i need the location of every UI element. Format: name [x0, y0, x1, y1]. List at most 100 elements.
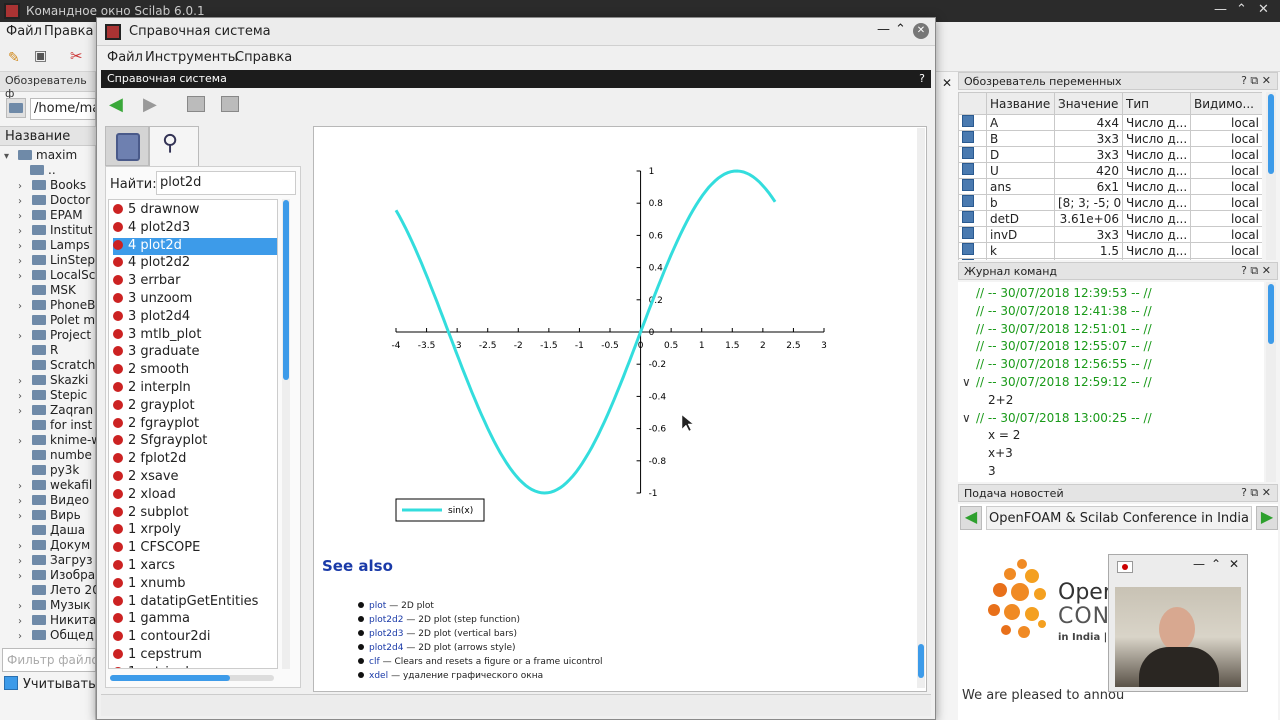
- expand-arrow-icon[interactable]: ›: [18, 571, 32, 582]
- tree-folder[interactable]: › Никита: [18, 613, 96, 628]
- history-session-line[interactable]: // -- 30/07/2018 12:41:38 -- //: [976, 304, 1152, 318]
- search-result-item[interactable]: 2 fgrayplot: [113, 416, 277, 433]
- file-filter-input[interactable]: Фильтр файлов: [2, 648, 96, 672]
- tree-folder[interactable]: › Вирь: [18, 508, 81, 523]
- tree-folder[interactable]: › Project: [18, 328, 91, 343]
- webcam-minimize-icon[interactable]: —: [1193, 557, 1205, 571]
- content-scrollbar-thumb[interactable]: [918, 644, 924, 678]
- search-result-item[interactable]: 1 CFSCOPE: [113, 540, 277, 557]
- see-also-link[interactable]: plot2d2: [369, 615, 403, 625]
- search-result-item[interactable]: 2 Sfgrayplot: [113, 433, 277, 450]
- open-file-icon[interactable]: ▣: [34, 48, 47, 64]
- news-controls[interactable]: ? ⧉ ✕: [1241, 486, 1271, 500]
- path-input[interactable]: /home/ma: [30, 98, 96, 120]
- menu-file[interactable]: Файл: [6, 24, 42, 39]
- expand-arrow-icon[interactable]: ›: [18, 631, 32, 642]
- tree-folder[interactable]: › Lamps: [18, 238, 90, 253]
- tree-folder[interactable]: › Видео: [18, 493, 89, 508]
- expand-arrow-icon[interactable]: ›: [18, 226, 32, 237]
- case-checkbox-row[interactable]: Учитывать: [4, 676, 98, 694]
- search-result-item[interactable]: 1 contour2di: [113, 629, 277, 646]
- expand-arrow-icon[interactable]: ›: [18, 436, 32, 447]
- history-session-line[interactable]: // -- 30/07/2018 12:56:55 -- //: [976, 357, 1152, 371]
- news-headline[interactable]: OpenFOAM & Scilab Conference in India: [986, 506, 1252, 530]
- variable-row[interactable]: A 4x4 Число д... local: [958, 114, 1262, 131]
- variable-column-header[interactable]: Тип: [1122, 92, 1191, 115]
- help-close-icon[interactable]: ✕: [913, 23, 929, 39]
- search-result-item[interactable]: 5 drawnow: [113, 202, 277, 219]
- search-result-item[interactable]: 3 graduate: [113, 344, 277, 361]
- expand-arrow-icon[interactable]: ›: [18, 256, 32, 267]
- search-result-item[interactable]: 2 grayplot: [113, 398, 277, 415]
- history-session-line[interactable]: // -- 30/07/2018 12:39:53 -- //: [976, 286, 1152, 300]
- tree-folder[interactable]: › Zaqran: [18, 403, 93, 418]
- tree-folder[interactable]: › knime-w: [18, 433, 101, 448]
- help-menu-help[interactable]: Справка: [235, 50, 292, 65]
- search-result-item[interactable]: 3 mtlb_plot: [113, 327, 277, 344]
- variable-column-header[interactable]: Видимо...: [1190, 92, 1262, 115]
- search-result-item[interactable]: 1 gamma: [113, 611, 277, 628]
- expand-arrow-icon[interactable]: ›: [18, 481, 32, 492]
- tree-folder[interactable]: Polet m: [18, 313, 95, 328]
- tab-contents[interactable]: [105, 126, 149, 166]
- search-result-item[interactable]: 4 plot2d: [113, 237, 277, 255]
- maximize-icon[interactable]: ⌃: [1236, 2, 1247, 17]
- tree-folder[interactable]: › Загруз: [18, 553, 92, 568]
- history-command-line[interactable]: 2+2: [988, 393, 1013, 407]
- help-minimize-icon[interactable]: —: [877, 22, 890, 37]
- search-result-item[interactable]: 2 fplot2d: [113, 451, 277, 468]
- history-command-line[interactable]: 3: [988, 464, 996, 478]
- history-command-line[interactable]: x+3: [988, 446, 1013, 460]
- collapse-arrow-icon[interactable]: ▾: [4, 151, 18, 162]
- case-checkbox[interactable]: [4, 676, 18, 690]
- help-menu-file[interactable]: Файл: [107, 50, 143, 65]
- expand-arrow-icon[interactable]: ›: [18, 301, 32, 312]
- search-result-item[interactable]: 2 xsave: [113, 469, 277, 486]
- variable-column-header[interactable]: Название: [986, 92, 1055, 115]
- see-also-link[interactable]: plot2d4: [369, 643, 403, 653]
- tree-folder[interactable]: › PhoneB: [18, 298, 95, 313]
- history-command-line[interactable]: x = 2: [988, 428, 1020, 442]
- search-result-item[interactable]: 3 plot2d4: [113, 309, 277, 326]
- expand-arrow-icon[interactable]: ›: [18, 391, 32, 402]
- variable-row[interactable]: B 3x3 Число д... local: [958, 130, 1262, 147]
- expand-arrow-icon[interactable]: ›: [18, 496, 32, 507]
- tree-folder[interactable]: › wekafil: [18, 478, 92, 493]
- expand-arrow-icon[interactable]: ›: [18, 211, 32, 222]
- expand-arrow-icon[interactable]: ›: [18, 511, 32, 522]
- webcam-close-icon[interactable]: ✕: [1229, 557, 1239, 571]
- tree-folder[interactable]: R: [18, 343, 58, 358]
- tree-folder[interactable]: › LinStep: [18, 253, 95, 268]
- forward-arrow-icon[interactable]: ▶: [143, 94, 157, 115]
- search-result-item[interactable]: 1 xarcs: [113, 558, 277, 575]
- expand-arrow-icon[interactable]: ›: [18, 601, 32, 612]
- tree-folder[interactable]: › Stepic: [18, 388, 87, 403]
- tree-folder[interactable]: › Institut: [18, 223, 92, 238]
- tree-folder[interactable]: for inst: [18, 418, 92, 433]
- variable-row[interactable]: poly11x1Полиномlocal: [958, 258, 1262, 260]
- variable-scrollbar-thumb[interactable]: [1268, 94, 1274, 174]
- tree-folder[interactable]: › Изобра: [18, 568, 95, 583]
- see-also-link[interactable]: plot: [369, 601, 386, 611]
- history-scrollbar-thumb[interactable]: [1268, 284, 1274, 344]
- dock-close-icon[interactable]: ✕: [942, 76, 952, 90]
- collapse-arrow-icon[interactable]: ∨: [962, 411, 971, 425]
- variable-column-header[interactable]: Значение: [1054, 92, 1123, 115]
- search-result-item[interactable]: 2 interpln: [113, 380, 277, 397]
- variable-row[interactable]: D 3x3 Число д... local: [958, 146, 1262, 163]
- history-controls[interactable]: ? ⧉ ✕: [1241, 264, 1271, 278]
- tree-folder[interactable]: MSK: [18, 283, 76, 298]
- news-prev-button[interactable]: ◀: [960, 506, 982, 530]
- search-result-item[interactable]: 4 plot2d3: [113, 220, 277, 237]
- minimize-icon[interactable]: —: [1214, 2, 1227, 17]
- search-result-item[interactable]: 2 smooth: [113, 362, 277, 379]
- variable-row[interactable]: invD 3x3 Число д... local: [958, 226, 1262, 243]
- search-result-item[interactable]: 2 subplot: [113, 505, 277, 522]
- expand-arrow-icon[interactable]: ›: [18, 271, 32, 282]
- tree-folder[interactable]: › Books: [18, 178, 86, 193]
- tree-folder[interactable]: › Doctor: [18, 193, 90, 208]
- tree-folder[interactable]: py3k: [18, 463, 79, 478]
- results-scrollbar[interactable]: [282, 199, 290, 669]
- search-result-item[interactable]: 2 xload: [113, 487, 277, 504]
- expand-arrow-icon[interactable]: ›: [18, 241, 32, 252]
